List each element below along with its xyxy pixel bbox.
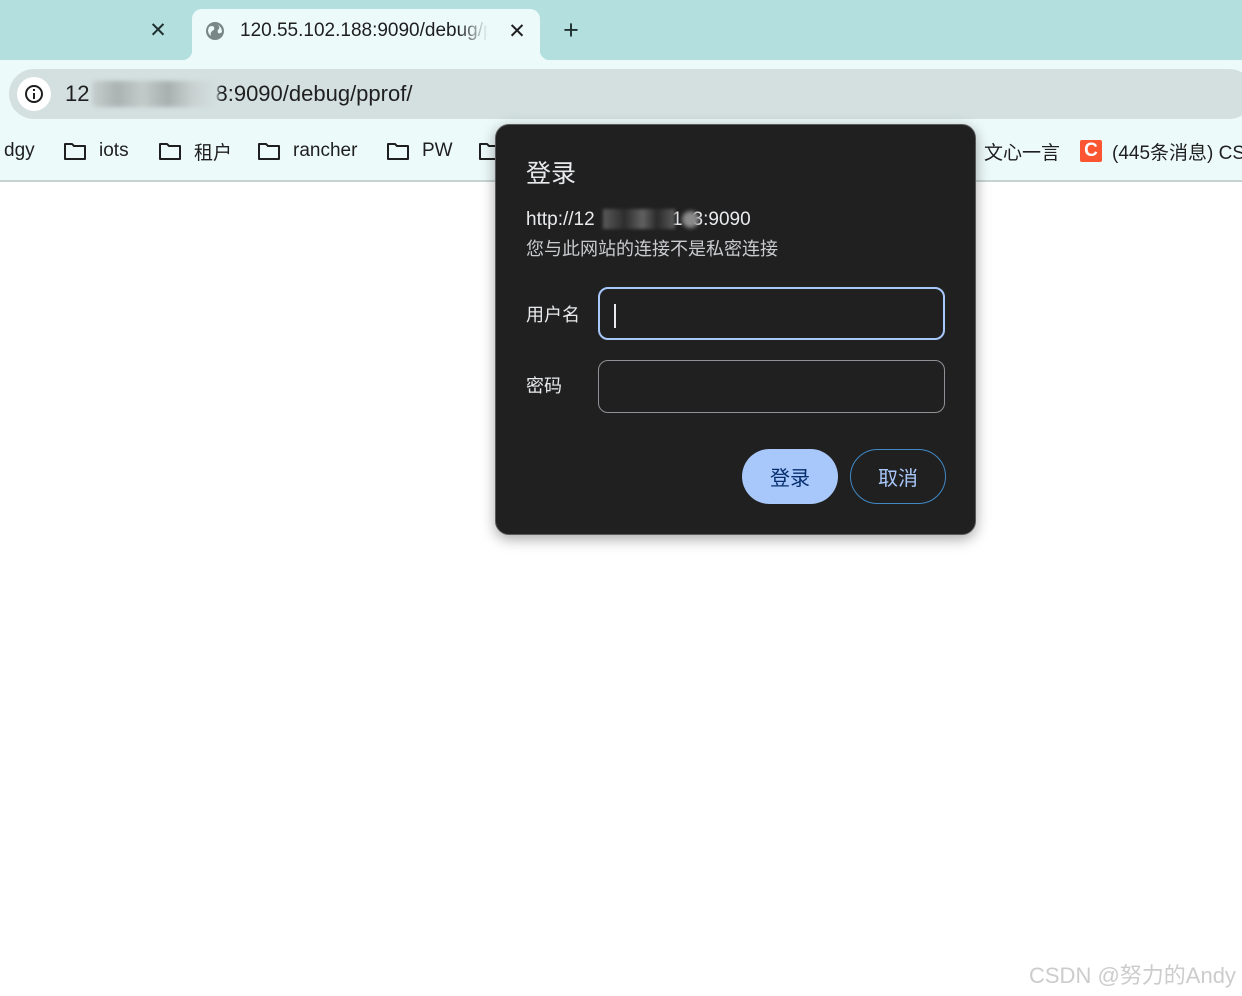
bookmark-label: iots (99, 140, 129, 161)
close-icon: ✕ (508, 19, 526, 43)
bookmark-folder-rancher[interactable]: rancher (257, 138, 357, 164)
cancel-button[interactable]: 取消 (850, 449, 946, 504)
bookmark-csdn[interactable]: C (445条消息) CSDN (1080, 138, 1242, 164)
folder-icon (64, 143, 86, 160)
connection-warning: 您与此网站的连接不是私密连接 (526, 239, 778, 259)
url-suffix: 8:9090/debug/pprof/ (215, 81, 413, 106)
url-prefix: 12 (65, 81, 90, 106)
login-button[interactable]: 登录 (742, 449, 838, 504)
bookmark-label: (445条消息) CSDN (1112, 142, 1242, 164)
tab-title: 120.55.102.188:9090/debug/pprof/ (240, 20, 488, 41)
folder-icon (387, 143, 409, 160)
folder-icon (258, 143, 280, 160)
username-label: 用户名 (526, 305, 580, 325)
host-redaction-blur-2 (682, 211, 699, 228)
close-icon: ✕ (149, 18, 167, 42)
tab-close-button[interactable]: ✕ (503, 17, 531, 45)
dialog-title: 登录 (526, 160, 577, 188)
bookmark-folder-tenant[interactable]: 租户 (158, 138, 232, 164)
host-prefix: http://12 (526, 209, 595, 230)
password-label: 密码 (526, 376, 562, 396)
bookmark-wenxin-yiyan[interactable]: 文心一言 (984, 138, 1060, 164)
host-redaction-blur (603, 209, 675, 229)
previous-tab-close-button[interactable]: ✕ (144, 16, 172, 44)
address-bar[interactable]: 12 8:9090/debug/pprof/ (9, 69, 1242, 119)
new-tab-button[interactable]: + (556, 15, 586, 45)
tab-strip: ✕ 120.55.102.188:9090/debug/pprof/ ✕ + (0, 0, 1242, 60)
csdn-icon: C (1080, 140, 1102, 162)
toolbar: 12 8:9090/debug/pprof/ (0, 60, 1242, 122)
login-dialog: 登录 http://12.13:9090 您与此网站的连接不是私密连接 用户名 … (495, 124, 976, 535)
site-info-button[interactable] (17, 77, 51, 111)
globe-icon (206, 22, 224, 40)
info-icon (25, 85, 43, 103)
folder-icon (159, 143, 181, 160)
url-redaction-blur (92, 81, 218, 107)
plus-icon: + (563, 15, 579, 45)
text-caret (614, 304, 616, 328)
bookmark-folder-iots[interactable]: iots (63, 138, 129, 164)
bookmark-folder-pw[interactable]: PW (386, 138, 453, 164)
username-field[interactable] (598, 287, 945, 340)
bookmark-label: 文心一言 (984, 142, 1061, 164)
bookmark-label: 租户 (194, 142, 233, 164)
password-field[interactable] (598, 360, 945, 413)
watermark: CSDN @努力的Andy (1029, 963, 1236, 988)
bookmark-label: dgy (4, 140, 35, 161)
host-suffix: 3:9090 (692, 209, 751, 230)
bookmark-label: PW (422, 140, 453, 161)
bookmark-label: rancher (293, 140, 358, 161)
bookmark-dgy[interactable]: dgy (4, 138, 35, 164)
active-tab[interactable]: 120.55.102.188:9090/debug/pprof/ ✕ (182, 9, 550, 60)
